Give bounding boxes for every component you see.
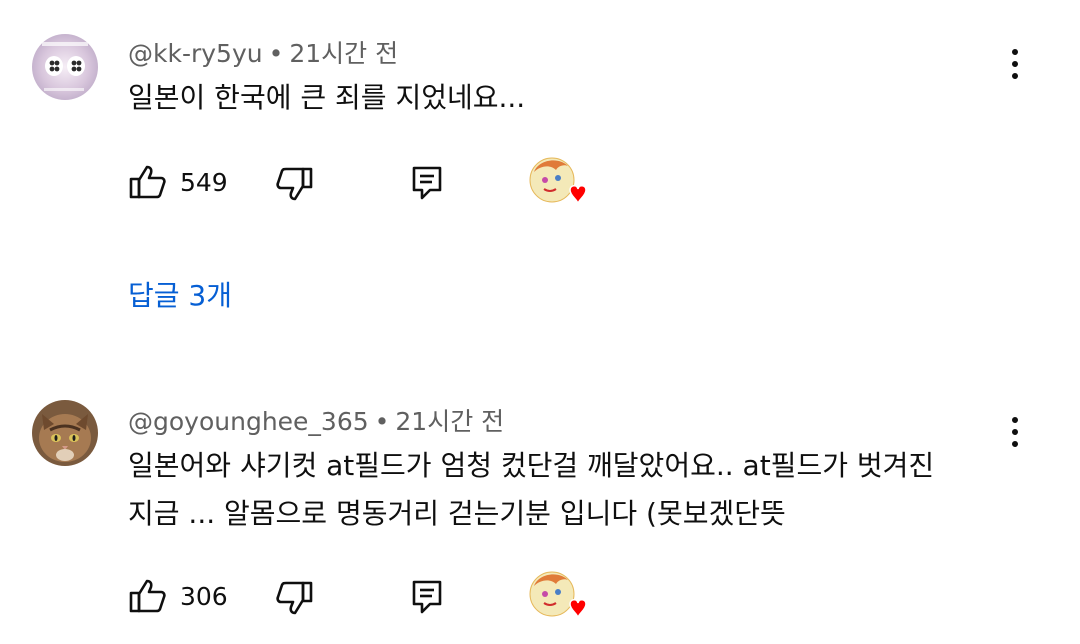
avatar[interactable] <box>32 34 98 100</box>
dislike-button[interactable] <box>274 578 314 618</box>
thumbs-down-icon <box>276 581 313 615</box>
comment-meta: @kk-ry5yu • 21시간 전 <box>128 34 398 70</box>
thumbs-up-icon <box>129 165 166 199</box>
more-vert-icon <box>1012 49 1018 55</box>
like-button[interactable]: 306 <box>128 576 228 616</box>
author-name[interactable]: @kk-ry5yu <box>128 39 263 68</box>
thumbs-down-icon <box>276 167 313 201</box>
avatar[interactable] <box>32 400 98 466</box>
thumbs-up-icon <box>129 579 166 613</box>
creator-heart <box>528 570 588 624</box>
like-button[interactable]: 549 <box>128 162 228 202</box>
comment-text: 일본어와 샤기컷 at필드가 엄청 컸단걸 깨달았어요.. at필드가 벗겨진 … <box>128 442 1008 538</box>
creator-heart <box>528 156 588 210</box>
like-count: 549 <box>180 167 228 197</box>
comment-meta: @goyounghee_365 • 21시간 전 <box>128 402 504 438</box>
reply-button[interactable] <box>410 164 444 202</box>
replies-toggle[interactable]: 답글 3개 <box>128 274 232 314</box>
comment-time: 21시간 전 <box>289 39 399 68</box>
comment-line: 일본이 한국에 큰 죄를 지었네요... <box>128 81 526 114</box>
comment-time: 21시간 전 <box>395 407 505 436</box>
creator-heart-icon <box>569 185 587 205</box>
comment-2: @goyounghee_365 • 21시간 전 일본어와 샤기컷 at필드가 엄청… <box>0 340 1080 644</box>
reply-button[interactable] <box>410 578 444 616</box>
comment-icon <box>412 166 442 200</box>
author-name[interactable]: @goyounghee_365 <box>128 407 369 436</box>
comment-actions: 306 <box>0 566 1080 626</box>
comment-icon <box>412 580 442 614</box>
comment-actions: 549 <box>0 152 1080 212</box>
comment-line: 일본어와 샤기컷 at필드가 엄청 컸단걸 깨달았어요.. at필드가 벗겨진 <box>128 449 935 482</box>
separator-dot: • <box>268 39 284 68</box>
more-vert-icon <box>1012 417 1018 423</box>
comment-1: @kk-ry5yu • 21시간 전 일본이 한국에 큰 죄를 지었네요... 54… <box>0 0 1080 340</box>
separator-dot: • <box>374 407 390 436</box>
dislike-button[interactable] <box>274 164 314 204</box>
comment-line: 지금 ... 알몸으로 명동거리 걷는기분 입니다 (못보겠단뜻 <box>128 497 786 530</box>
like-count: 306 <box>180 581 228 611</box>
creator-heart-icon <box>569 599 587 619</box>
comment-text: 일본이 한국에 큰 죄를 지었네요... <box>128 74 1008 122</box>
